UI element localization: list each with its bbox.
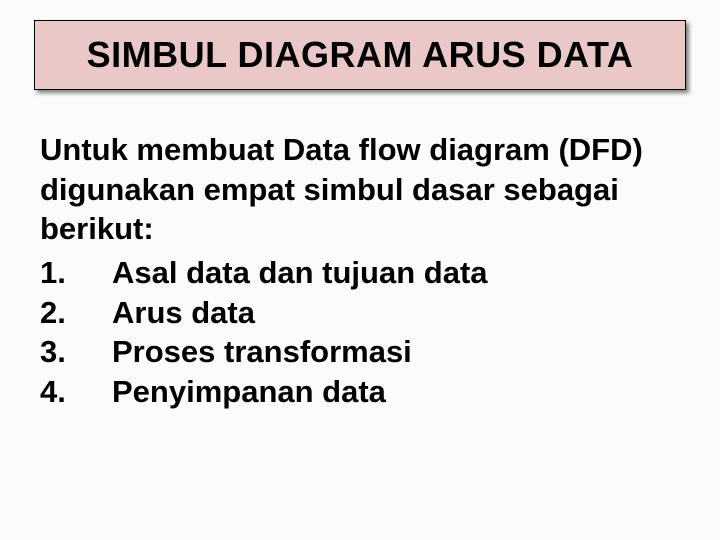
list-number: 4. [40,372,112,412]
list-label: Arus data [112,293,680,333]
list-item: 2. Arus data [40,293,680,333]
intro-text: Untuk membuat Data flow diagram (DFD) di… [40,130,680,249]
list-number: 3. [40,332,112,372]
list-item: 4. Penyimpanan data [40,372,680,412]
list-item: 1. Asal data dan tujuan data [40,253,680,293]
list-label: Asal data dan tujuan data [112,253,680,293]
list-label: Proses transformasi [112,332,680,372]
list-number: 1. [40,253,112,293]
list-item: 3. Proses transformasi [40,332,680,372]
list-number: 2. [40,293,112,333]
slide-content: Untuk membuat Data flow diagram (DFD) di… [40,130,680,412]
slide-title-box: SIMBUL DIAGRAM ARUS DATA [34,20,686,90]
symbol-list: 1. Asal data dan tujuan data 2. Arus dat… [40,253,680,412]
list-label: Penyimpanan data [112,372,680,412]
slide-title: SIMBUL DIAGRAM ARUS DATA [87,34,634,76]
